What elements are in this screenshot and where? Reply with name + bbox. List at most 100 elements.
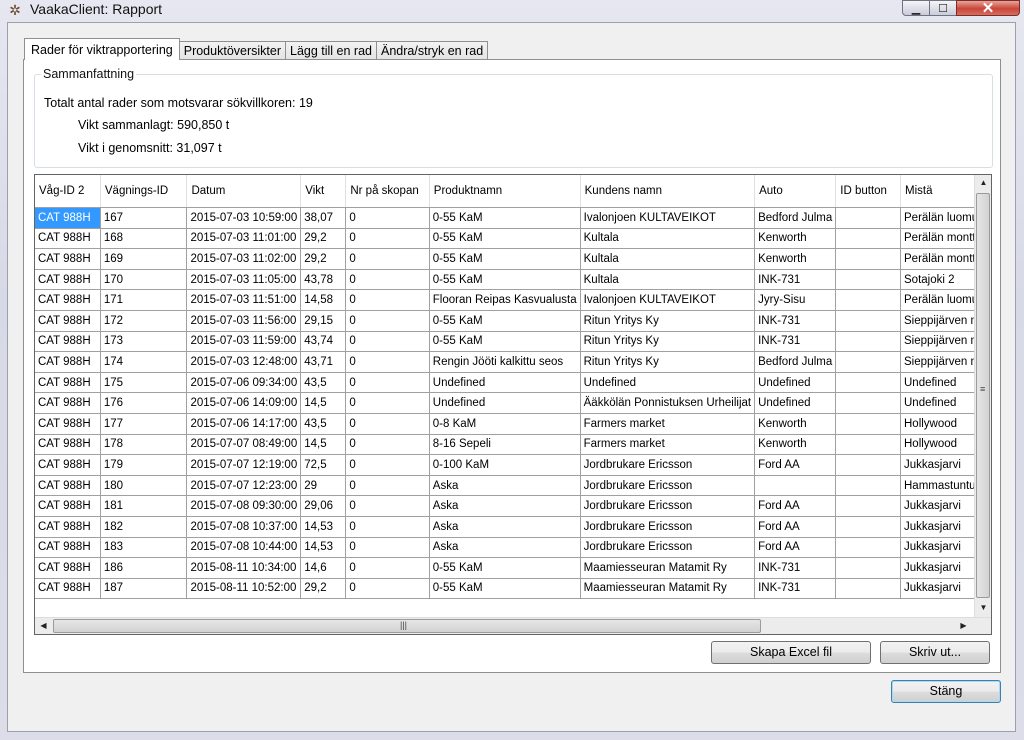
- table-cell[interactable]: 168: [100, 228, 188, 250]
- table-cell[interactable]: 167: [100, 207, 188, 229]
- table-cell[interactable]: CAT 988H: [35, 372, 101, 394]
- table-cell[interactable]: 0-55 KaM: [429, 310, 581, 332]
- table-cell[interactable]: 0-55 KaM: [429, 269, 581, 291]
- table-cell[interactable]: Farmers market: [580, 413, 756, 435]
- table-row[interactable]: CAT 988H 171 2015-07-03 11:51:00 14,58 0 Floo…: [35, 289, 991, 311]
- close-button[interactable]: Stäng: [891, 680, 1001, 703]
- tab-product-overviews[interactable]: Produktöversikter: [178, 41, 286, 60]
- table-cell[interactable]: Undefined: [580, 372, 756, 394]
- table-cell[interactable]: 0: [345, 557, 430, 579]
- table-cell[interactable]: 8-16 Sepeli: [429, 434, 581, 456]
- minimize-button[interactable]: ▁: [902, 0, 930, 16]
- table-cell[interactable]: 2015-07-08 10:37:00: [186, 516, 302, 538]
- table-row[interactable]: CAT 988H 168 2015-07-03 11:01:00 29,2 0 0-55 …: [35, 228, 991, 250]
- table-row[interactable]: CAT 988H 182 2015-07-08 10:37:00 14,53 0 Aska…: [35, 516, 991, 538]
- title-bar[interactable]: ✲ VaakaClient: Rapport ▁ ☐ ✕: [0, 0, 1024, 22]
- table-cell[interactable]: 29: [300, 475, 347, 497]
- table-cell[interactable]: [835, 454, 901, 476]
- table-cell[interactable]: Kenworth: [754, 248, 837, 270]
- table-cell[interactable]: 0: [345, 495, 430, 517]
- table-cell[interactable]: 0: [345, 331, 430, 353]
- table-cell[interactable]: 0: [345, 434, 430, 456]
- table-cell[interactable]: 38,07: [300, 207, 347, 229]
- vertical-scrollbar[interactable]: ▲ ≡ ▼: [974, 175, 991, 618]
- table-cell[interactable]: CAT 988H: [35, 434, 101, 456]
- table-cell[interactable]: 0: [345, 372, 430, 394]
- table-cell[interactable]: 2015-07-06 14:17:00: [186, 413, 302, 435]
- table-row[interactable]: CAT 988H 174 2015-07-03 12:48:00 43,71 0 Reng…: [35, 351, 991, 373]
- table-cell[interactable]: [835, 372, 901, 394]
- table-cell[interactable]: 29,2: [300, 578, 347, 600]
- table-cell[interactable]: 180: [100, 475, 188, 497]
- table-cell[interactable]: Ford AA: [754, 516, 837, 538]
- table-cell[interactable]: 0-55 KaM: [429, 207, 581, 229]
- table-cell[interactable]: [754, 475, 837, 497]
- table-cell[interactable]: [835, 392, 901, 414]
- table-cell[interactable]: Kultala: [580, 228, 756, 250]
- table-cell[interactable]: 72,5: [300, 454, 347, 476]
- table-cell[interactable]: 0-55 KaM: [429, 578, 581, 600]
- table-cell[interactable]: 177: [100, 413, 188, 435]
- table-cell[interactable]: Undefined: [754, 392, 837, 414]
- table-cell[interactable]: CAT 988H: [35, 248, 101, 270]
- table-cell[interactable]: 0: [345, 289, 430, 311]
- print-button[interactable]: Skriv ut...: [880, 641, 990, 664]
- table-cell[interactable]: 2015-07-07 12:23:00: [186, 475, 302, 497]
- table-cell[interactable]: 2015-07-03 11:05:00: [186, 269, 302, 291]
- table-cell[interactable]: 0: [345, 475, 430, 497]
- scroll-up-icon[interactable]: ▲: [975, 178, 991, 187]
- table-cell[interactable]: [835, 434, 901, 456]
- table-cell[interactable]: 43,5: [300, 372, 347, 394]
- horizontal-scroll-thumb[interactable]: |||: [53, 619, 761, 633]
- tab-add-row[interactable]: Lägg till en rad: [285, 41, 378, 60]
- table-cell[interactable]: Ivalonjoen KULTAVEIKOT: [580, 207, 756, 229]
- table-cell[interactable]: Aska: [429, 516, 581, 538]
- create-excel-button[interactable]: Skapa Excel fil: [711, 641, 871, 664]
- table-cell[interactable]: 171: [100, 289, 188, 311]
- table-cell[interactable]: 2015-07-03 11:56:00: [186, 310, 302, 332]
- table-cell[interactable]: 181: [100, 495, 188, 517]
- scroll-right-icon[interactable]: ▶: [955, 621, 972, 630]
- table-cell[interactable]: INK-731: [754, 557, 837, 579]
- table-cell[interactable]: CAT 988H: [35, 207, 101, 229]
- table-cell[interactable]: 2015-08-11 10:52:00: [186, 578, 302, 600]
- table-cell[interactable]: 0: [345, 351, 430, 373]
- table-cell[interactable]: 174: [100, 351, 188, 373]
- table-cell[interactable]: CAT 988H: [35, 578, 101, 600]
- table-cell[interactable]: 2015-07-08 09:30:00: [186, 495, 302, 517]
- table-cell[interactable]: 14,6: [300, 557, 347, 579]
- table-cell[interactable]: 0: [345, 578, 430, 600]
- column-header[interactable]: Våg-ID 2: [35, 175, 101, 208]
- table-cell[interactable]: 0-8 KaM: [429, 413, 581, 435]
- table-cell[interactable]: 2015-07-03 12:48:00: [186, 351, 302, 373]
- table-cell[interactable]: 14,53: [300, 516, 347, 538]
- table-cell[interactable]: Ford AA: [754, 537, 837, 559]
- table-cell[interactable]: 2015-08-11 10:34:00: [186, 557, 302, 579]
- table-cell[interactable]: Maamiesseuran Matamit Ry: [580, 557, 756, 579]
- table-cell[interactable]: 170: [100, 269, 188, 291]
- table-cell[interactable]: 175: [100, 372, 188, 394]
- table-cell[interactable]: Jordbrukare Ericsson: [580, 495, 756, 517]
- table-cell[interactable]: 2015-07-07 12:19:00: [186, 454, 302, 476]
- table-row[interactable]: CAT 988H 169 2015-07-03 11:02:00 29,2 0 0-55 …: [35, 248, 991, 270]
- table-cell[interactable]: 173: [100, 331, 188, 353]
- table-cell[interactable]: 2015-07-06 14:09:00: [186, 392, 302, 414]
- table-cell[interactable]: [835, 248, 901, 270]
- table-cell[interactable]: 2015-07-03 11:59:00: [186, 331, 302, 353]
- table-cell[interactable]: 2015-07-08 10:44:00: [186, 537, 302, 559]
- table-cell[interactable]: 183: [100, 537, 188, 559]
- table-cell[interactable]: Aska: [429, 495, 581, 517]
- table-cell[interactable]: 0: [345, 310, 430, 332]
- table-row[interactable]: CAT 988H 172 2015-07-03 11:56:00 29,15 0 0-55…: [35, 310, 991, 332]
- table-cell[interactable]: Ivalonjoen KULTAVEIKOT: [580, 289, 756, 311]
- table-cell[interactable]: 0-100 KaM: [429, 454, 581, 476]
- vertical-scroll-thumb[interactable]: ≡: [976, 193, 990, 598]
- table-cell[interactable]: Jordbrukare Ericsson: [580, 454, 756, 476]
- table-row[interactable]: CAT 988H 181 2015-07-08 09:30:00 29,06 0 Aska…: [35, 495, 991, 517]
- table-cell[interactable]: 2015-07-03 11:51:00: [186, 289, 302, 311]
- table-cell[interactable]: CAT 988H: [35, 269, 101, 291]
- table-cell[interactable]: CAT 988H: [35, 351, 101, 373]
- tab-weight-report-rows[interactable]: Rader för viktrapportering: [24, 38, 180, 60]
- table-cell[interactable]: [835, 269, 901, 291]
- table-cell[interactable]: 14,58: [300, 289, 347, 311]
